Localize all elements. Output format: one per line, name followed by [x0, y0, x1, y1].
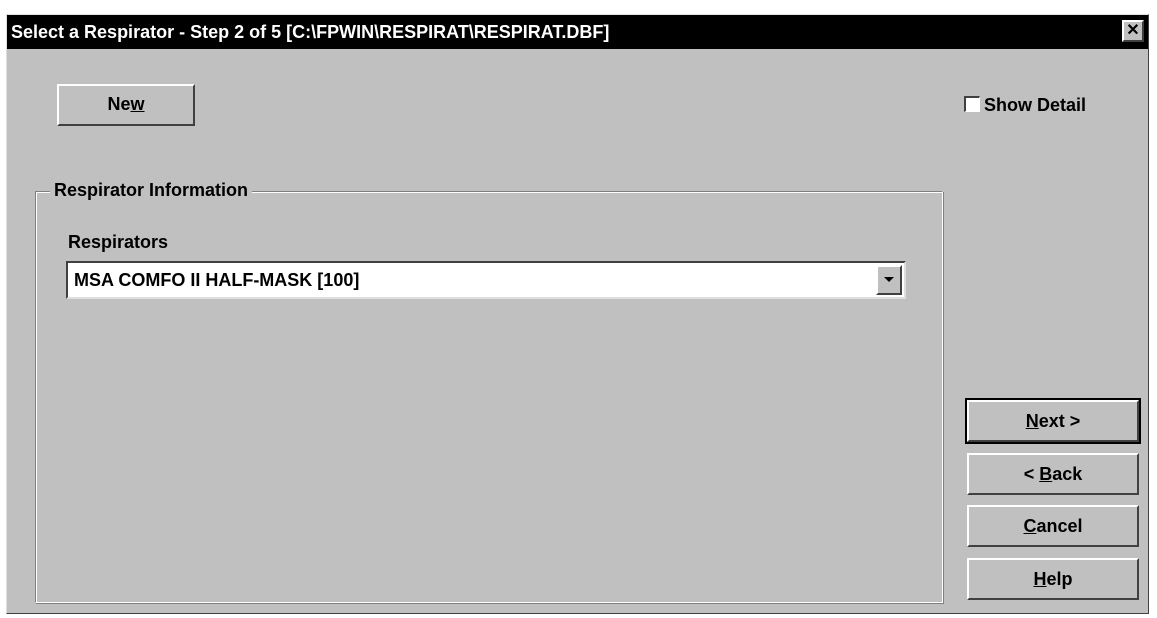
help-button[interactable]: Help: [967, 558, 1139, 600]
next-button[interactable]: Next >: [965, 398, 1141, 444]
respirators-selected-value: MSA COMFO II HALF-MASK [100]: [74, 270, 360, 290]
close-icon: ✕: [1126, 22, 1140, 39]
next-button-label: Next >: [1025, 411, 1081, 431]
dropdown-button[interactable]: [876, 265, 902, 295]
wizard-window: Select a Respirator - Step 2 of 5 [C:\FP…: [6, 14, 1149, 614]
title-bar[interactable]: Select a Respirator - Step 2 of 5 [C:\FP…: [7, 15, 1148, 49]
new-button[interactable]: New: [57, 84, 195, 126]
cancel-button[interactable]: Cancel: [967, 505, 1139, 547]
respirator-information-group: Respirator Information Respirators MSA C…: [35, 180, 943, 603]
chevron-down-icon: [884, 277, 894, 282]
window-title: Select a Respirator - Step 2 of 5 [C:\FP…: [11, 22, 610, 42]
group-legend: Respirator Information: [50, 180, 253, 201]
close-button[interactable]: ✕: [1122, 20, 1144, 42]
new-button-label: New: [107, 94, 145, 114]
cancel-button-label: Cancel: [1023, 516, 1083, 536]
show-detail-checkbox[interactable]: Show Detail: [964, 95, 1086, 116]
checkbox-box[interactable]: [964, 96, 980, 112]
show-detail-label: Show Detail: [984, 95, 1087, 115]
back-button[interactable]: < Back: [967, 453, 1139, 495]
help-button-label: Help: [1033, 569, 1073, 589]
back-button-label: < Back: [1023, 464, 1083, 484]
respirators-dropdown[interactable]: MSA COMFO II HALF-MASK [100]: [66, 261, 906, 299]
respirators-label: Respirators: [68, 232, 169, 252]
